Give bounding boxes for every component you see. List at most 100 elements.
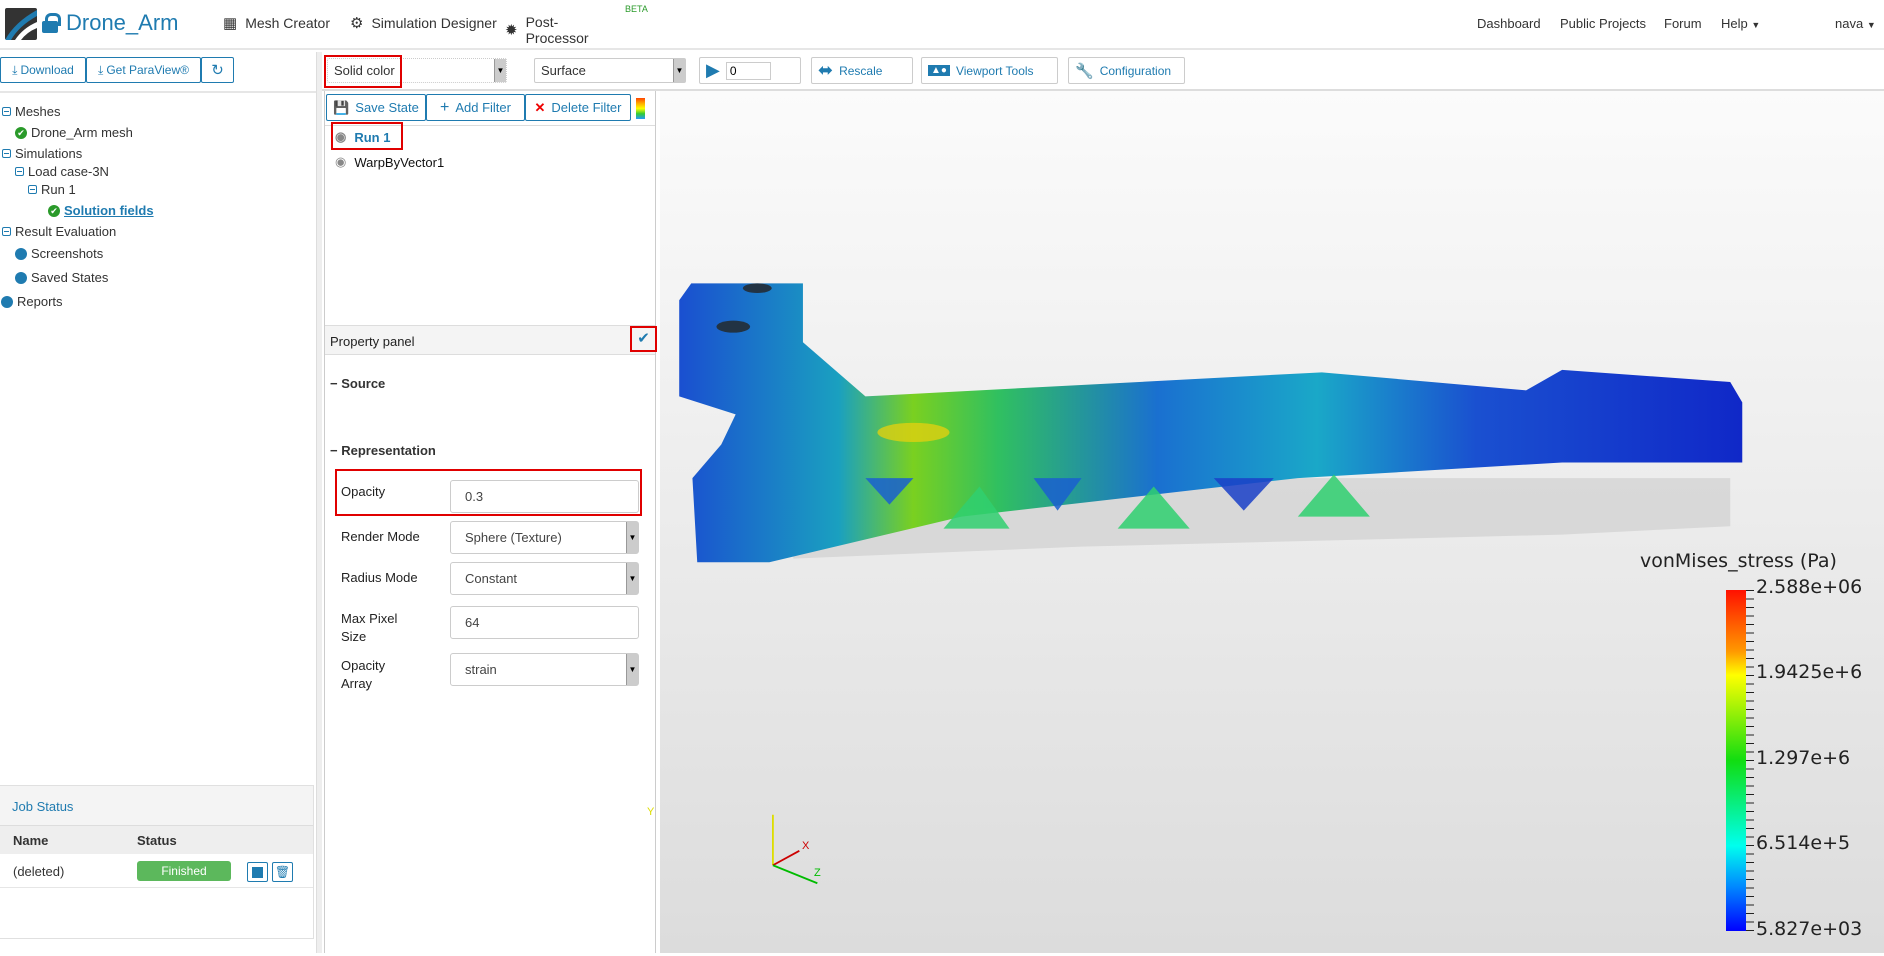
section-representation[interactable]: − Representation (330, 443, 436, 458)
axis-y-label: Y (647, 806, 655, 818)
configuration-button[interactable]: 🔧 Configuration (1068, 57, 1185, 84)
max-pixel-size-label: Max Pixel Size (341, 611, 398, 644)
download-icon: ⤓ (12, 62, 18, 77)
caret-down-icon: ▼ (1866, 20, 1876, 30)
nav-forum[interactable]: Forum (1664, 16, 1702, 31)
beta-badge: BETA (625, 4, 648, 14)
radius-mode-label: Radius Mode (341, 570, 418, 585)
column-name: Name (13, 833, 49, 848)
tree-mesh-item[interactable]: ✔ Drone_Arm mesh (15, 125, 133, 140)
pipeline-panel: 💾 Save State + Add Filter ✕ Delete Filter ◉… (324, 91, 657, 953)
left-sidebar: ⤓ Download ⤓ Get ParaView® ↻ Meshes ✔ Drone… (0, 52, 316, 953)
play-control[interactable]: ▶ 0 (699, 57, 801, 84)
wrench-icon: 🔧 (1075, 62, 1094, 80)
plus-icon: + (440, 98, 450, 116)
top-header: Drone_Arm ▦ Mesh Creator ⚙ Simulation Desi… (0, 0, 1884, 55)
color-map-icon[interactable] (636, 98, 645, 119)
caret-down-icon: ▼ (494, 59, 506, 82)
tab-simulation-designer[interactable]: ⚙ Simulation Designer (350, 14, 497, 32)
collapse-icon[interactable] (2, 107, 11, 116)
tree-screenshots[interactable]: Screenshots (15, 246, 103, 261)
add-filter-button[interactable]: + Add Filter (426, 94, 525, 121)
opacity-array-select[interactable]: strain ▼ (450, 653, 639, 686)
apply-check-button[interactable]: ✔ (630, 326, 657, 352)
axis-z-label: Z (814, 867, 821, 879)
radius-mode-select[interactable]: Constant ▼ (450, 562, 639, 595)
download-button[interactable]: ⤓ Download (0, 57, 86, 83)
viewport-tools-button[interactable]: ▲● Viewport Tools (921, 57, 1058, 84)
legend-label-min: 5.827e+03 (1756, 918, 1863, 940)
pipeline-item-warp[interactable]: ◉ WarpByVector1 (335, 154, 444, 170)
check-circle-icon: ✔ (48, 204, 60, 217)
sidebar-splitter[interactable] (316, 52, 322, 953)
refresh-button[interactable]: ↻ (201, 57, 234, 83)
collapse-icon[interactable] (2, 149, 11, 158)
opacity-array-label: Opacity Array (341, 658, 386, 691)
tree-simulations[interactable]: Simulations (2, 146, 82, 161)
axis-x-label: X (802, 840, 810, 852)
gears-icon: ⚙ (350, 15, 364, 32)
x-icon: ✕ (534, 99, 546, 115)
tree-reports[interactable]: Reports (1, 294, 63, 309)
legend-label-max: 2.588e+06 (1756, 576, 1863, 598)
legend-ticks (1746, 590, 1754, 931)
collapse-icon[interactable] (15, 167, 24, 176)
circle-icon (15, 271, 27, 284)
time-input[interactable]: 0 (725, 61, 771, 80)
opacity-input[interactable]: 0.3 (450, 480, 639, 513)
circle-icon (15, 247, 27, 260)
tree-result-evaluation[interactable]: Result Evaluation (2, 224, 116, 239)
table-row: (deleted) Finished 🗑 (0, 854, 313, 888)
rescale-button[interactable]: ⬌ Rescale (811, 57, 913, 84)
caret-down-icon: ▼ (673, 59, 685, 82)
job-name: (deleted) (13, 864, 65, 879)
collapse-icon[interactable] (28, 185, 37, 194)
opacity-label: Opacity (341, 484, 386, 499)
project-title[interactable]: Drone_Arm (42, 10, 178, 36)
delete-job-button[interactable]: 🗑 (272, 862, 293, 882)
tab-post-processor[interactable]: ✹ Post-Processor (505, 14, 605, 55)
legend-label: 1.9425e+6 (1756, 661, 1863, 683)
save-icon: 💾 (333, 99, 350, 115)
nav-help[interactable]: Help ▼ (1721, 16, 1760, 31)
tree-meshes[interactable]: Meshes (2, 104, 61, 119)
status-badge: Finished (137, 861, 231, 881)
app-logo[interactable] (5, 8, 37, 40)
legend-color-bar (1726, 590, 1746, 931)
stop-button[interactable] (247, 862, 268, 882)
render-mode-select[interactable]: Sphere (Texture) ▼ (450, 521, 639, 554)
divider (0, 91, 316, 93)
caret-down-icon: ▼ (1751, 20, 1761, 30)
play-icon[interactable]: ▶ (706, 60, 720, 81)
lock-icon (42, 13, 61, 33)
viewer-toolbar: Solid color ▼ Surface ▼ ▶ 0 ⬌ Rescale ▲● Vie… (322, 52, 1884, 91)
nav-public-projects[interactable]: Public Projects (1560, 16, 1646, 31)
tab-mesh-creator[interactable]: ▦ Mesh Creator (223, 14, 330, 32)
collapse-icon[interactable] (2, 227, 11, 236)
3d-viewport[interactable]: Y X Z vonMises_stress (Pa) 2.588e+06 1.9… (647, 91, 1884, 953)
get-paraview-button[interactable]: ⤓ Get ParaView® (86, 57, 201, 83)
legend-label: 6.514e+5 (1756, 832, 1851, 854)
section-source[interactable]: − Source (330, 376, 385, 391)
tree-solution-fields[interactable]: ✔ Solution fields (48, 203, 154, 218)
delete-filter-button[interactable]: ✕ Delete Filter (525, 94, 631, 121)
tree-load-case[interactable]: Load case-3N (15, 164, 109, 179)
job-status-panel: Job Status Name Status (deleted) Finishe… (0, 785, 314, 939)
tree-run[interactable]: Run 1 (28, 182, 76, 197)
caret-down-icon: ▼ (626, 522, 638, 553)
save-state-button[interactable]: 💾 Save State (326, 94, 426, 121)
nav-dashboard[interactable]: Dashboard (1477, 16, 1541, 31)
stop-icon (252, 867, 263, 878)
representation-select[interactable]: Surface ▼ (534, 58, 686, 83)
download-icon: ⤓ (98, 62, 104, 77)
highlight-box (324, 55, 402, 88)
eye-icon[interactable]: ◉ (335, 154, 346, 170)
column-status: Status (137, 833, 177, 848)
axes-gizmo (772, 814, 818, 885)
trash-icon: 🗑 (274, 865, 291, 879)
tree-saved-states[interactable]: Saved States (15, 270, 108, 285)
refresh-icon: ↻ (211, 62, 224, 79)
user-menu[interactable]: nava ▼ (1835, 16, 1876, 31)
max-pixel-size-input[interactable]: 64 (450, 606, 639, 639)
model-render[interactable] (660, 91, 1884, 953)
